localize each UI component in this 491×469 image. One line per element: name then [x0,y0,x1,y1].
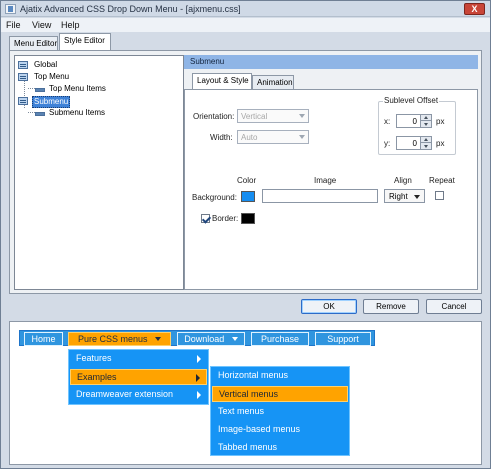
submenu-style-panel: Submenu Layout & Style Animation Orienta… [184,55,478,290]
align-column-label: Align [394,176,412,185]
preview-pure-css-menus[interactable]: Pure CSS menus [68,332,171,346]
preview-nested-item[interactable]: Horizontal menus [212,368,348,384]
chevron-down-icon [299,135,305,139]
window-title: Ajatix Advanced CSS Drop Down Menu - [aj… [20,4,241,14]
offset-x-unit: px [436,117,445,126]
grid-icon [18,97,28,105]
tree-guide-line [28,88,35,89]
offset-y-unit: px [436,139,445,148]
menu-bar: File View Help [1,18,490,32]
repeat-checkbox[interactable] [435,191,444,200]
chevron-right-icon [197,391,201,399]
chevron-right-icon [196,374,200,382]
preview-pure-css-menus-label: Pure CSS menus [77,334,148,344]
application-window-icon [5,4,16,14]
menu-preview: Home Pure CSS menus Download Purchase Su… [9,321,482,465]
offset-y-stepper[interactable]: 0 [396,136,432,150]
tree-item-label: Submenu [32,96,71,108]
tree-item-label: Top Menu [34,72,70,81]
preview-support[interactable]: Support [315,332,371,346]
background-image-input[interactable] [262,189,378,203]
chevron-down-icon [155,337,162,341]
width-value: Auto [241,133,258,142]
tree-guide-line [28,112,35,113]
width-select[interactable]: Auto [237,130,309,144]
offset-y-label: y: [384,139,391,148]
background-align-select[interactable]: Right [384,189,425,203]
grid-icon [18,73,28,81]
stepper-down-icon[interactable] [420,143,431,149]
preview-submenu-label: Dreamweaver extension [76,389,174,399]
preview-nested-submenu: Horizontal menus Vertical menus Text men… [210,366,350,456]
close-button[interactable]: X [464,3,485,15]
offset-x-stepper[interactable]: 0 [396,114,432,128]
align-value: Right [389,192,408,201]
preview-nested-item[interactable]: Text menus [212,404,348,420]
tree-item-label: Global [34,60,58,69]
orientation-value: Vertical [241,112,268,121]
border-label: Border: [212,214,239,223]
preview-purchase[interactable]: Purchase [251,332,309,346]
preview-submenu: Features Examples Dreamweaver extension [68,349,209,405]
tree-item-label: Top Menu Items [49,84,106,93]
chevron-down-icon [299,114,305,118]
background-label: Background: [192,193,237,202]
repeat-column-label: Repeat [429,176,455,185]
grid-icon [18,61,28,69]
preview-nested-item-selected[interactable]: Vertical menus [212,386,348,402]
color-column-label: Color [237,176,257,185]
chevron-down-icon [231,337,238,341]
width-label: Width: [210,133,233,142]
preview-submenu-item[interactable]: Dreamweaver extension [70,387,207,403]
help-menu[interactable]: Help [61,20,80,30]
cancel-button[interactable]: Cancel [426,299,482,314]
ok-button[interactable]: OK [301,299,357,314]
orientation-label: Orientation: [193,112,235,121]
tab-layout-style[interactable]: Layout & Style [192,73,252,89]
chevron-right-icon [197,355,201,363]
preview-submenu-item-selected[interactable]: Examples [70,369,207,385]
tab-menu-editor[interactable]: Menu Editor [9,36,58,50]
sublevel-offset-label: Sublevel Offset [383,96,440,105]
remove-button[interactable]: Remove [363,299,419,314]
border-color-swatch[interactable] [241,213,255,224]
style-tree: Global Top Menu Top Menu Items Submenu S… [14,55,184,290]
section-title: Submenu [184,55,478,69]
preview-menu-bar: Home Pure CSS menus Download Purchase Su… [19,330,375,346]
title-bar: Ajatix Advanced CSS Drop Down Menu - [aj… [1,1,490,17]
background-color-swatch[interactable] [241,191,255,202]
menu-item-icon [35,112,45,116]
offset-x-label: x: [384,117,391,126]
offset-y-value: 0 [412,139,417,148]
chevron-down-icon [414,195,420,199]
view-menu[interactable]: View [32,20,51,30]
preview-home[interactable]: Home [24,332,63,346]
preview-nested-item[interactable]: Image-based menus [212,422,348,438]
menu-item-icon [35,88,45,92]
style-editor-panel: Global Top Menu Top Menu Items Submenu S… [9,50,482,294]
preview-download[interactable]: Download [177,332,245,346]
sublevel-offset-group: Sublevel Offset x: 0 px y: 0 px [378,96,456,155]
file-menu[interactable]: File [6,20,21,30]
application-window: Ajatix Advanced CSS Drop Down Menu - [aj… [0,0,491,469]
preview-submenu-label: Examples [77,372,117,382]
tab-style-editor[interactable]: Style Editor [59,33,111,50]
tree-item-label: Submenu Items [49,108,106,117]
preview-submenu-item[interactable]: Features [70,351,207,367]
border-checkbox[interactable] [201,214,210,223]
preview-nested-item[interactable]: Tabbed menus [212,440,348,456]
stepper-down-icon[interactable] [420,121,431,127]
tab-animation[interactable]: Animation [252,75,294,89]
preview-submenu-label: Features [76,353,112,363]
offset-x-value: 0 [412,117,417,126]
preview-download-label: Download [184,334,225,344]
image-column-label: Image [314,176,337,185]
orientation-select[interactable]: Vertical [237,109,309,123]
layout-style-tab-panel: Orientation: Vertical Width: Auto Sublev… [184,89,478,290]
